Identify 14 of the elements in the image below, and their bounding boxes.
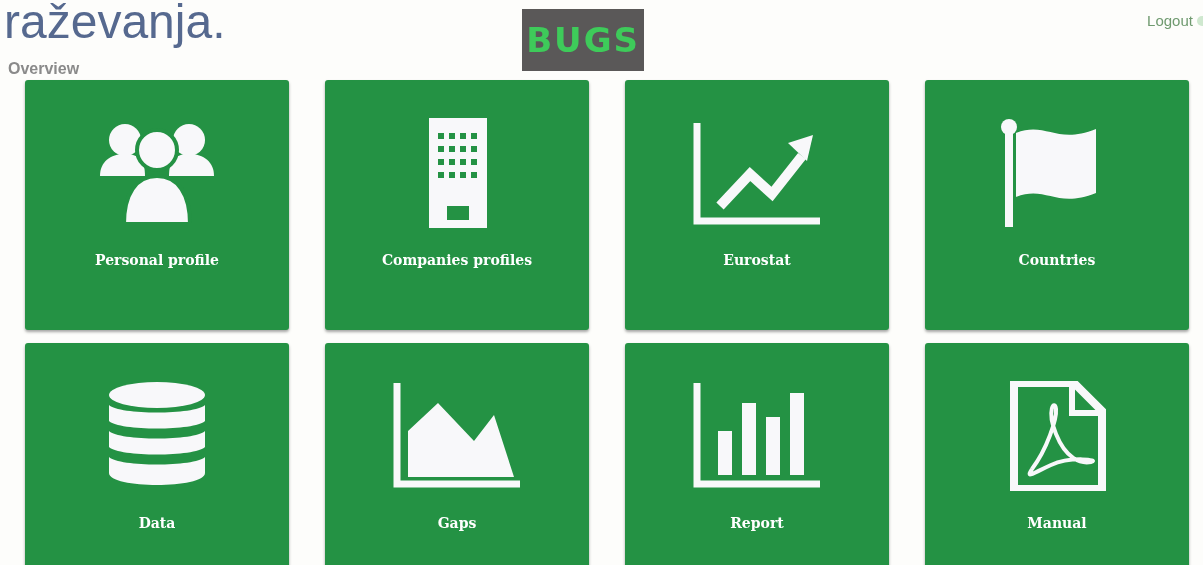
overlay-text: raževanja. (4, 0, 226, 46)
menu-tile[interactable]: Personal profile (25, 80, 289, 330)
menu-tile[interactable]: Companies profiles (325, 80, 589, 330)
menu-tile[interactable]: Countries (925, 80, 1189, 330)
logout-link[interactable]: Logout (1147, 12, 1203, 29)
menu-tile[interactable]: Eurostat (625, 80, 889, 330)
menu-tile[interactable]: Report (625, 343, 889, 565)
menu-tile[interactable]: Data (25, 343, 289, 565)
area-chart-icon (392, 381, 522, 491)
breadcrumb[interactable]: Overview (8, 60, 80, 78)
menu-tile[interactable]: Gaps (325, 343, 589, 565)
menu-tile[interactable]: Manual (925, 343, 1189, 565)
logo: BUGS (522, 9, 645, 71)
bar-chart-icon (692, 381, 822, 491)
